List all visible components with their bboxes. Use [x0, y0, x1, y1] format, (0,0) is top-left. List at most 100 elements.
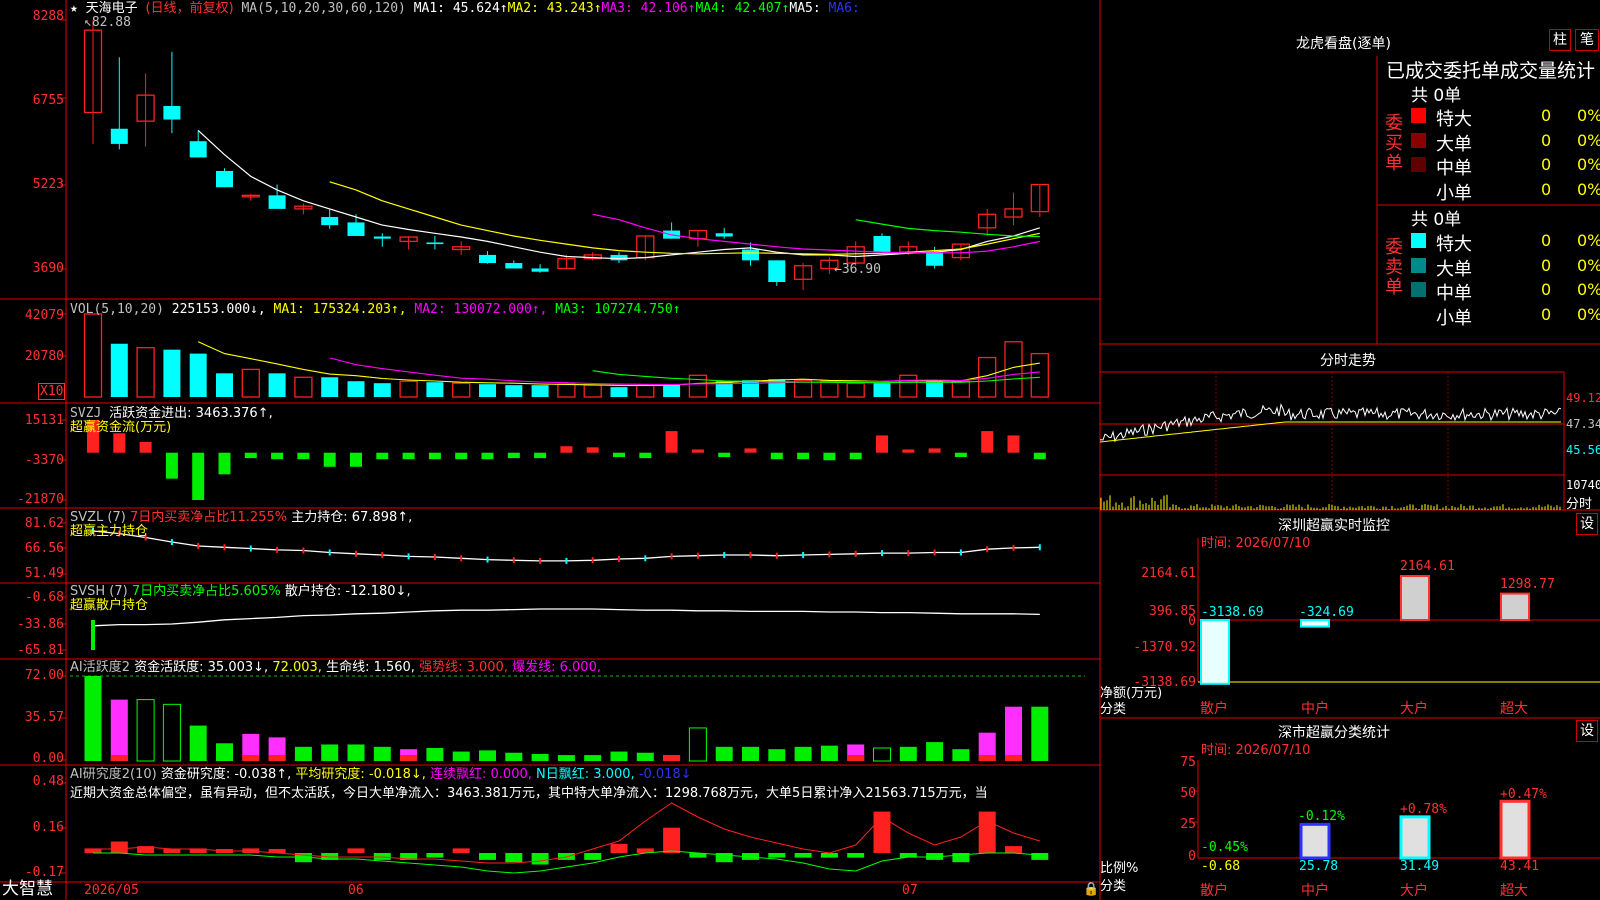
huoyue-tick: 0.00: [32, 751, 64, 766]
yanjiu-bar: [1031, 853, 1049, 860]
yanjiu-bar: [610, 843, 628, 853]
ma-params: MA(5,10,20,30,60,120): [241, 1, 406, 16]
class-stats-tick: 75: [1180, 755, 1196, 770]
lock-icon[interactable]: 🔒: [1083, 882, 1099, 897]
huoyue-bar: [347, 744, 365, 761]
volume-bar-down: [479, 384, 496, 397]
huoyue-e: 爆发线: 6.000,: [512, 660, 601, 675]
class-stats-time: 时间: 2026/07/10: [1201, 743, 1311, 758]
svsh-tick: -0.68: [24, 590, 64, 605]
svzj-bar: [455, 452, 468, 460]
svzj-bar: [139, 441, 152, 453]
column-mode-button[interactable]: 柱: [1549, 29, 1571, 51]
svzl-tick-mark: [854, 550, 857, 557]
volume-bar-down: [505, 385, 523, 397]
lhkp-title: 龙虎看盘(逐单): [1296, 36, 1391, 52]
svzj-value: 活跃资金进出: 3463.376↑,: [109, 406, 273, 421]
volume-bar-down: [189, 353, 207, 397]
class-stats-xlabel: 分类: [1100, 879, 1127, 894]
tick-mode-button[interactable]: 笔: [1575, 29, 1599, 51]
volume-bar-down: [321, 377, 339, 397]
candle-body-down: [321, 217, 339, 226]
monitor-bar: [1500, 592, 1530, 621]
huoyue-bar: [636, 752, 654, 761]
volume-bar-up: [688, 374, 708, 398]
volume-bar-up: [636, 384, 655, 398]
svsh-legend: SVSH (7) 7日内买卖净占比5.605% 散户持仓: -12.180↓,: [70, 584, 411, 599]
ma2-value: MA2: 43.243↑: [507, 1, 602, 16]
volume-bar-down: [347, 381, 365, 397]
svzl-panel[interactable]: [92, 528, 1041, 564]
main-chart[interactable]: [0, 0, 1600, 900]
price-legend: ★ 天海电子 (日线，前复权) MA(5,10,20,30,60,120) MA…: [70, 1, 860, 16]
volume-bar-down: [610, 387, 628, 397]
price-panel[interactable]: [83, 20, 1049, 291]
sell-side-label: 委卖单: [1385, 237, 1403, 298]
svzl-tick-mark: [512, 557, 515, 564]
sell-xl-swatch: [1411, 233, 1426, 248]
vol-unit-badge: X10: [38, 383, 66, 400]
sell-s-count: 0: [1541, 305, 1552, 324]
svzl-tick-mark: [959, 549, 962, 556]
svzj-bar: [849, 452, 862, 460]
svzl-tick-mark: [565, 557, 568, 564]
volume-bar-up: [583, 384, 602, 398]
huoyue-legend: AI活跃度2 资金活跃度: 35.003↓, 72.003, 生命线: 1.56…: [70, 660, 601, 675]
class-stats-tick: 25: [1180, 817, 1196, 832]
monitor-settings-button[interactable]: 设: [1576, 513, 1598, 535]
buy-xl-label: 特大: [1436, 109, 1472, 130]
svzj-bar: [954, 452, 967, 458]
yanjiu-panel[interactable]: [84, 802, 1049, 874]
intraday-unit: 分时: [1566, 497, 1593, 512]
volume-bar-down: [163, 349, 181, 397]
svsh-panel[interactable]: [91, 608, 1040, 650]
vol-ma2: MA2: 130072.000↑,: [414, 302, 548, 317]
huoyue-bar: [715, 746, 733, 761]
stock-name[interactable]: 天海电子: [86, 1, 138, 16]
class-stats-cat: 超大: [1500, 883, 1528, 899]
huoyue-bar: [820, 745, 838, 761]
volume-bar-up: [399, 380, 418, 398]
svzj-tick: 15131: [24, 413, 64, 428]
svzj-tick: -21870: [17, 492, 64, 507]
svzl-tick-mark: [355, 550, 357, 557]
svzj-bar: [560, 446, 573, 453]
intraday-title: 分时走势: [1320, 353, 1376, 369]
huoyue-bar-base: [1005, 755, 1022, 761]
sell-m-label: 中单: [1436, 283, 1472, 304]
huoyue-bar: [531, 753, 549, 761]
volume-panel[interactable]: [83, 313, 1049, 398]
buy-m-swatch: [1411, 157, 1426, 172]
huoyue-a: 资金活跃度: 35.003↓,: [134, 660, 269, 675]
svzj-panel[interactable]: [87, 420, 1046, 500]
yanjiu-bar: [110, 841, 128, 853]
class-stats-settings-button[interactable]: 设: [1576, 720, 1598, 742]
svzl-tick-mark: [381, 552, 384, 559]
chart-mode[interactable]: (日线，前复权): [146, 1, 234, 16]
yanjiu-c: 连续飘红: 0.000,: [430, 767, 532, 782]
huoyue-bar: [926, 742, 944, 761]
svzj-bar: [428, 452, 441, 460]
huoyue-bar: [557, 755, 575, 761]
svzj-bar: [744, 448, 757, 453]
svzl-tick-mark: [644, 555, 647, 562]
yanjiu-bar: [847, 853, 865, 858]
svzl-tick-mark: [775, 552, 778, 559]
svzj-bar: [192, 452, 205, 500]
huoyue-bar: [584, 755, 602, 761]
class-stats-pct: +0.47%: [1500, 787, 1547, 802]
svzj-bar: [218, 452, 231, 475]
buy-l-pct: 0%: [1577, 131, 1600, 150]
ma-line-ma4: [855, 219, 1040, 238]
svzl-tick-mark: [828, 551, 831, 558]
svzj-name: SVZJ: [70, 406, 102, 421]
volume-bar-down: [373, 383, 391, 397]
svzj-bar: [297, 452, 310, 460]
yanjiu-b: 平均研究度: -0.018↓,: [295, 767, 426, 782]
huoyue-bar-base: [847, 755, 865, 761]
huoyue-panel[interactable]: [70, 675, 1085, 762]
candle-body-down: [216, 170, 233, 188]
svzj-bar: [271, 452, 284, 460]
svzj-bar: [797, 452, 810, 460]
svzl-tick-mark: [986, 546, 989, 553]
